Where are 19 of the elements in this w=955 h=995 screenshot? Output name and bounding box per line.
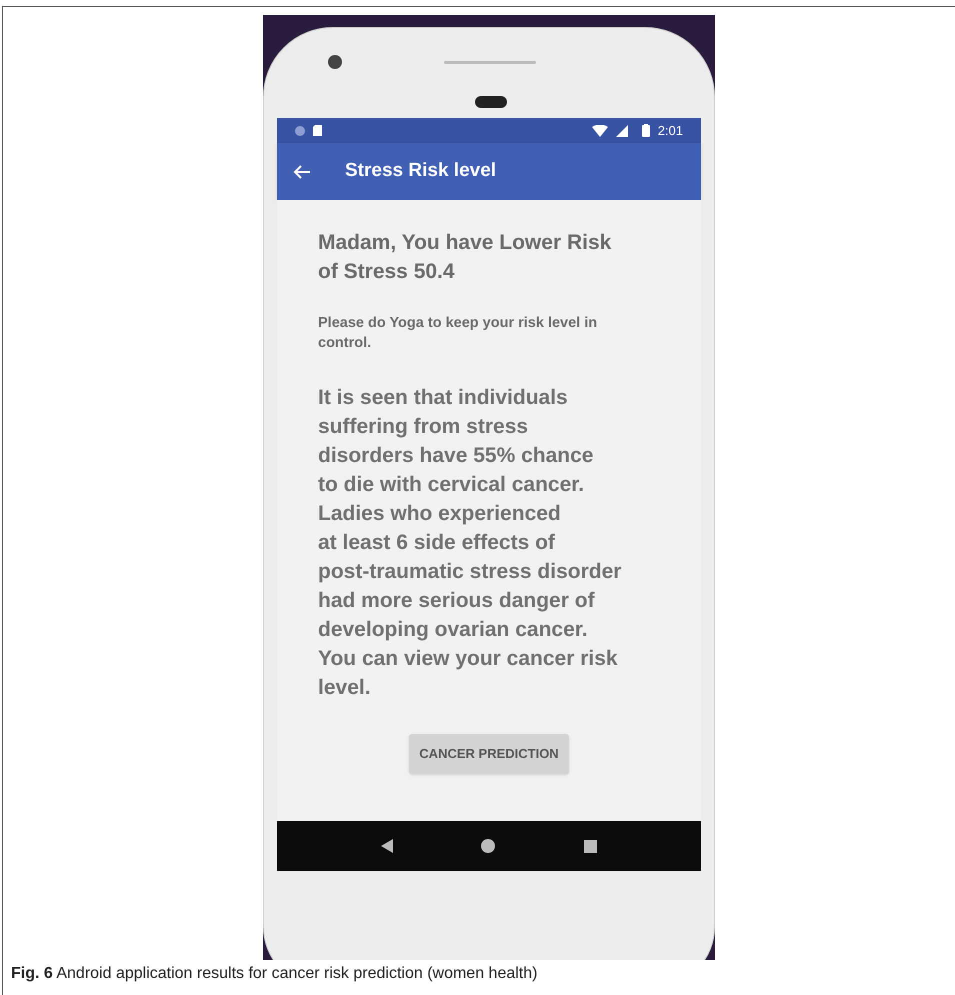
speaker-icon <box>444 61 536 64</box>
back-arrow-icon <box>293 164 311 180</box>
risk-heading: Madam, You have Lower Risk of Stress 50.4 <box>318 230 612 285</box>
status-time: 2:01 <box>658 122 683 140</box>
figure-caption: Fig. 6 Android application results for cancer risk prediction (women health) <box>11 964 538 984</box>
back-button[interactable] <box>293 164 311 180</box>
sd-card-icon <box>313 125 322 136</box>
wifi-icon <box>592 124 608 136</box>
recents-square-icon[interactable] <box>584 840 597 852</box>
back-triangle-icon[interactable] <box>381 839 394 853</box>
signal-icon <box>616 124 628 136</box>
sensor-icon <box>475 96 507 108</box>
screen-title: Stress Risk level <box>345 159 496 184</box>
info-paragraph: It is seen that individuals suffering from stress disorders have 55% chance to die with cervical cancer. Ladies who experienced at least 6 side effects of post-traumatic stress disorder had more serious danger of developing ovarian cancer. You can view your cancer risk level. <box>318 385 622 701</box>
battery-icon <box>642 124 650 137</box>
cancer-prediction-button[interactable]: CANCER PREDICTION <box>409 734 569 774</box>
home-circle-icon[interactable] <box>481 839 496 853</box>
advice-text: Please do Yoga to keep your risk level in control. <box>318 314 598 353</box>
camera-icon <box>328 55 342 69</box>
